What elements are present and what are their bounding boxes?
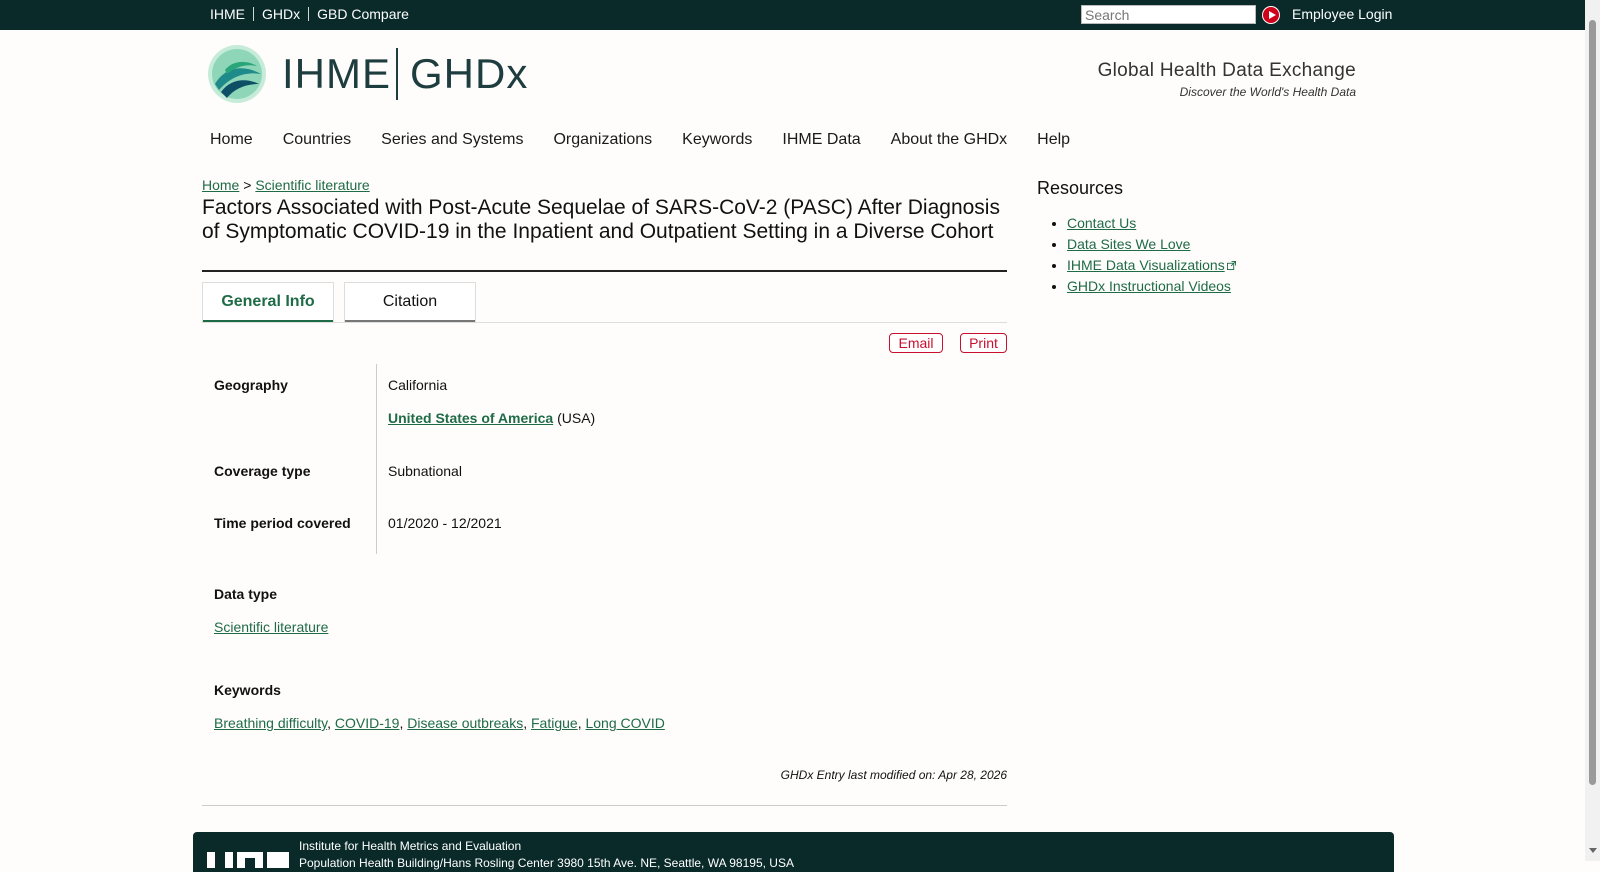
time-period-value: 01/2020 - 12/2021	[388, 515, 502, 531]
last-modified-note: GHDx Entry last modified on: Apr 28, 202…	[780, 768, 1007, 782]
country-link-usa[interactable]: United States of America	[388, 410, 553, 426]
geography-region: California	[388, 377, 448, 393]
resources-list: Contact Us Data Sites We Love IHME Data …	[1037, 213, 1236, 297]
uw-logo-icon[interactable]	[207, 848, 289, 868]
nav-series-and-systems[interactable]: Series and Systems	[381, 131, 523, 157]
site-subtagline: Discover the World's Health Data	[1179, 85, 1356, 99]
top-links: IHME GHDx GBD Compare	[210, 6, 409, 22]
divider	[253, 7, 254, 21]
keyword-link[interactable]: Fatigue	[531, 715, 578, 731]
list-item: IHME Data Visualizations	[1067, 255, 1236, 276]
content-bottom-rule	[202, 805, 1007, 806]
nav-ihme-data[interactable]: IHME Data	[782, 131, 860, 157]
top-link-ghdx[interactable]: GHDx	[262, 6, 300, 22]
nav-keywords[interactable]: Keywords	[682, 131, 752, 157]
footer-address: Population Health Building/Hans Rosling …	[299, 856, 794, 870]
external-link-icon	[1226, 261, 1236, 270]
logo-ihme-text[interactable]: IHME	[282, 50, 391, 98]
resource-link-videos[interactable]: GHDx Instructional Videos	[1067, 278, 1231, 294]
logo-ghdx-text[interactable]: GHDx	[410, 50, 528, 98]
tabs-rule	[202, 322, 1007, 323]
country-code: (USA)	[557, 410, 596, 426]
logo-divider	[396, 48, 398, 100]
list-item: Contact Us	[1067, 213, 1236, 234]
site-tagline: Global Health Data Exchange	[1097, 60, 1356, 81]
coverage-type-value: Subnational	[388, 463, 462, 479]
resources-title: Resources	[1037, 178, 1124, 198]
page-scrollbar[interactable]	[1585, 0, 1600, 861]
breadcrumb-home[interactable]: Home	[202, 177, 239, 193]
geography-country-row: United States of America (USA)	[388, 410, 595, 426]
scroll-down-arrow-icon[interactable]	[1589, 848, 1597, 853]
keyword-link[interactable]: Breathing difficulty	[214, 715, 327, 731]
top-link-gbd-compare[interactable]: GBD Compare	[317, 6, 409, 22]
title-rule	[202, 270, 1007, 272]
top-bar: IHME GHDx GBD Compare Employee Login	[0, 0, 1600, 30]
resource-link-ihme-viz[interactable]: IHME Data Visualizations	[1067, 257, 1225, 273]
data-type-label: Data type	[214, 586, 278, 602]
keyword-link[interactable]: COVID-19	[335, 715, 400, 731]
search-submit-button[interactable]	[1262, 6, 1280, 24]
scrollbar-thumb[interactable]	[1589, 20, 1596, 785]
ihme-logo-icon[interactable]	[207, 44, 267, 104]
nav-help[interactable]: Help	[1037, 131, 1070, 157]
tab-citation[interactable]: Citation	[344, 282, 476, 322]
keyword-link[interactable]: Long COVID	[585, 715, 664, 731]
list-item: Data Sites We Love	[1067, 234, 1236, 255]
time-period-label: Time period covered	[214, 515, 351, 531]
play-arrow-icon	[1269, 11, 1276, 19]
resource-link-data-sites[interactable]: Data Sites We Love	[1067, 236, 1190, 252]
coverage-type-label: Coverage type	[214, 463, 311, 479]
email-button[interactable]: Email	[889, 333, 943, 353]
footer: Institute for Health Metrics and Evaluat…	[193, 832, 1394, 872]
top-link-ihme[interactable]: IHME	[210, 6, 245, 22]
data-type-link[interactable]: Scientific literature	[214, 619, 328, 635]
nav-organizations[interactable]: Organizations	[553, 131, 652, 157]
nav-about-ghdx[interactable]: About the GHDx	[891, 131, 1008, 157]
page-title: Factors Associated with Post-Acute Seque…	[202, 196, 1000, 243]
tab-citation-label: Citation	[382, 293, 438, 310]
breadcrumb-separator: >	[243, 177, 252, 193]
keywords-label: Keywords	[214, 682, 281, 698]
breadcrumb: Home > Scientific literature	[202, 177, 370, 193]
main-nav: Home Countries Series and Systems Organi…	[210, 131, 1100, 157]
breadcrumb-current[interactable]: Scientific literature	[255, 177, 369, 193]
nav-countries[interactable]: Countries	[283, 131, 351, 157]
tab-general-info-label: General Info	[221, 293, 315, 310]
keyword-link[interactable]: Disease outbreaks	[407, 715, 523, 731]
field-divider	[376, 364, 377, 554]
employee-login-link[interactable]: Employee Login	[1292, 6, 1392, 22]
list-item: GHDx Instructional Videos	[1067, 276, 1236, 297]
tab-general-info[interactable]: General Info	[202, 282, 334, 322]
resource-link-contact-us[interactable]: Contact Us	[1067, 215, 1136, 231]
keywords-list: Breathing difficulty, COVID-19, Disease …	[214, 715, 665, 731]
nav-home[interactable]: Home	[210, 131, 253, 157]
footer-org-name: Institute for Health Metrics and Evaluat…	[299, 839, 522, 853]
print-button[interactable]: Print	[960, 333, 1007, 353]
search-input[interactable]	[1081, 5, 1256, 24]
geography-label: Geography	[214, 377, 288, 393]
divider	[308, 7, 310, 21]
